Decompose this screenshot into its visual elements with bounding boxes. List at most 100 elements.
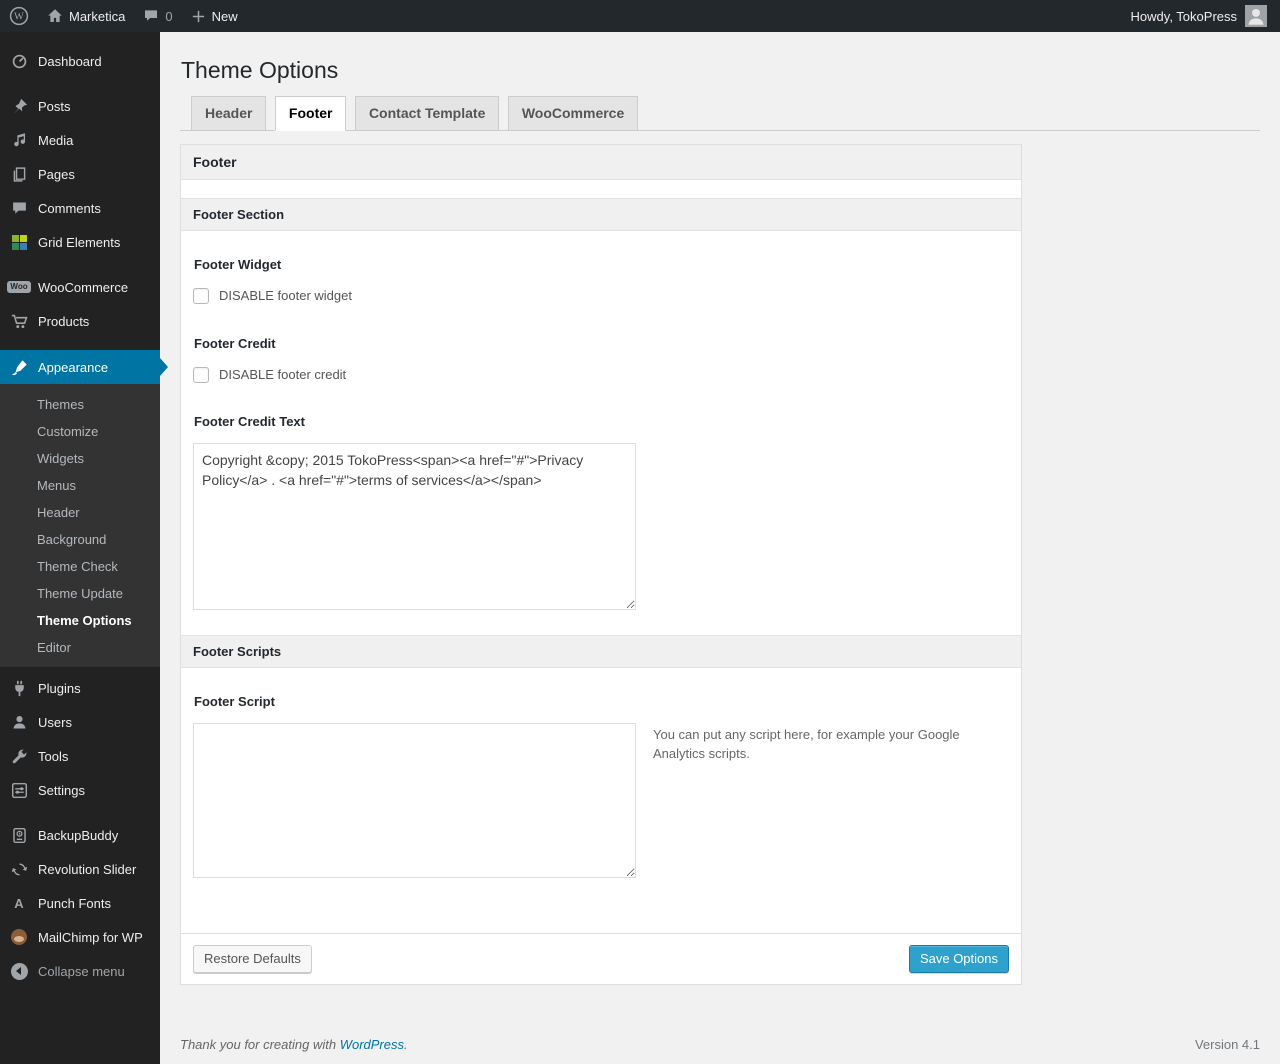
wordpress-logo-button[interactable]: W [0,0,38,32]
footer-widget-label: Footer Widget [194,256,282,272]
restore-defaults-button[interactable]: Restore Defaults [193,944,312,973]
tab-woocommerce[interactable]: WooCommerce [507,96,639,131]
footer-script-textarea[interactable] [193,722,636,878]
main-content: Theme Options Header Footer Contact Temp… [160,32,1280,1064]
version-label: Version 4.1 [1194,1036,1260,1052]
sidebar-item-label: Products [38,313,90,329]
backup-box-icon [9,827,29,844]
account-menu[interactable]: Howdy, TokoPress [1131,5,1280,27]
sidebar-item-label: BackupBuddy [38,827,119,843]
home-icon [47,8,63,24]
sidebar-item-label: Revolution Slider [38,861,137,877]
pages-icon [9,166,29,183]
footer-script-help-text: You can put any script here, for example… [653,726,960,762]
collapse-arrow-icon [9,962,29,980]
sidebar-item-products[interactable]: Products [0,304,160,338]
panel-action-bar: Restore Defaults Save Options [181,932,1021,984]
submenu-item-theme-options[interactable]: Theme Options [0,607,160,634]
save-options-button[interactable]: Save Options [908,944,1009,973]
comment-bubble-icon [143,8,159,24]
sidebar-item-settings[interactable]: Settings [0,773,160,807]
sidebar-item-label: Dashboard [38,53,102,69]
sidebar-item-label: Users [38,714,72,730]
sidebar-item-label: Comments [38,200,101,216]
tab-contact-template[interactable]: Contact Template [354,96,500,131]
sliders-icon [9,782,29,799]
footer-credit-checkbox[interactable] [193,366,209,383]
tab-footer[interactable]: Footer [274,96,347,131]
submenu-item-background[interactable]: Background [0,526,160,553]
sidebar-item-plugins[interactable]: Plugins [0,671,160,705]
wordpress-logo-icon: W [9,6,29,26]
sidebar-item-label: Grid Elements [38,234,121,250]
footer-scripts-header: Footer Scripts [181,634,1021,668]
footer-section-body: Footer Widget DISABLE footer widget Foot… [181,257,1021,610]
footer-scripts-body: Footer Script You can put any script her… [181,694,1021,933]
submenu-item-theme-update[interactable]: Theme Update [0,580,160,607]
wrench-icon [9,748,29,765]
submenu-item-menus[interactable]: Menus [0,472,160,499]
footer-credit-checkbox-row[interactable]: DISABLE footer credit [193,366,1009,383]
collapse-menu-button[interactable]: Collapse menu [0,954,160,988]
sidebar-item-label: Appearance [38,359,109,375]
sidebar-item-comments[interactable]: Comments [0,191,160,225]
sidebar-item-label: Pages [38,166,75,182]
collapse-menu-label: Collapse menu [38,963,125,979]
letter-a-icon: A [9,896,29,911]
sidebar-item-revolution-slider[interactable]: Revolution Slider [0,852,160,886]
footer-credit-text-textarea[interactable]: Copyright &copy; 2015 TokoPress<span><a … [193,442,636,610]
footer-credit-label: Footer Credit [194,335,276,351]
plus-icon [191,9,206,24]
submenu-item-themes[interactable]: Themes [0,391,160,418]
comment-count: 0 [165,8,173,24]
sidebar-item-dashboard[interactable]: Dashboard [0,44,160,78]
plug-icon [9,680,29,697]
submenu-item-widgets[interactable]: Widgets [0,445,160,472]
site-name-menu[interactable]: Marketica [38,0,134,32]
submenu-item-editor[interactable]: Editor [0,634,160,661]
sidebar-item-tools[interactable]: Tools [0,739,160,773]
person-icon [9,714,29,731]
theme-options-panel: Footer Footer Section Footer Widget DISA… [180,143,1022,985]
sidebar-item-woocommerce[interactable]: Woo WooCommerce [0,270,160,304]
sidebar-item-backupbuddy[interactable]: BackupBuddy [0,818,160,852]
sidebar-item-label: Posts [38,98,71,114]
footer-widget-checkbox-row[interactable]: DISABLE footer widget [193,287,1009,304]
rotate-arrows-icon [9,861,29,878]
sidebar-item-appearance[interactable]: Appearance [0,350,168,384]
pushpin-icon [9,98,29,115]
wp-logo-letter: W [14,12,24,23]
sidebar-item-pages[interactable]: Pages [0,157,160,191]
music-note-icon [9,132,29,149]
submenu-item-customize[interactable]: Customize [0,418,160,445]
submenu-item-header[interactable]: Header [0,499,160,526]
submenu-item-theme-check[interactable]: Theme Check [0,553,160,580]
admin-bar: W Marketica 0 New Howdy, TokoPress [0,0,1280,32]
brush-icon [9,359,29,376]
admin-menu: Dashboard Posts Media Pages Comments Gri… [0,32,168,1064]
sidebar-item-mailchimp[interactable]: MailChimp for WP [0,920,160,954]
new-label: New [211,8,238,24]
tab-bar: Header Footer Contact Template WooCommer… [180,95,1260,131]
sidebar-item-label: Tools [38,748,69,764]
woo-badge-icon: Woo [7,281,31,293]
footer-credit-text-label: Footer Credit Text [194,413,305,429]
footer-section-header: Footer Section [181,197,1021,231]
appearance-submenu: Themes Customize Widgets Menus Header Ba… [0,384,160,667]
sidebar-item-media[interactable]: Media [0,123,160,157]
thanks-text: Thank you for creating with [180,1036,337,1052]
sidebar-item-label: Media [38,132,74,148]
comments-menu[interactable]: 0 [134,0,181,32]
monkey-icon [9,929,29,945]
footer-widget-checkbox[interactable] [193,287,209,304]
sidebar-item-users[interactable]: Users [0,705,160,739]
page-title: Theme Options [181,57,339,83]
sidebar-item-grid-elements[interactable]: Grid Elements [0,225,160,259]
sidebar-item-label: WooCommerce [38,279,129,295]
wordpress-link[interactable]: WordPress [340,1037,404,1052]
footer-script-label: Footer Script [194,693,275,709]
sidebar-item-punch-fonts[interactable]: A Punch Fonts [0,886,160,920]
sidebar-item-posts[interactable]: Posts [0,89,160,123]
tab-header[interactable]: Header [191,96,267,131]
new-content-menu[interactable]: New [182,0,247,32]
